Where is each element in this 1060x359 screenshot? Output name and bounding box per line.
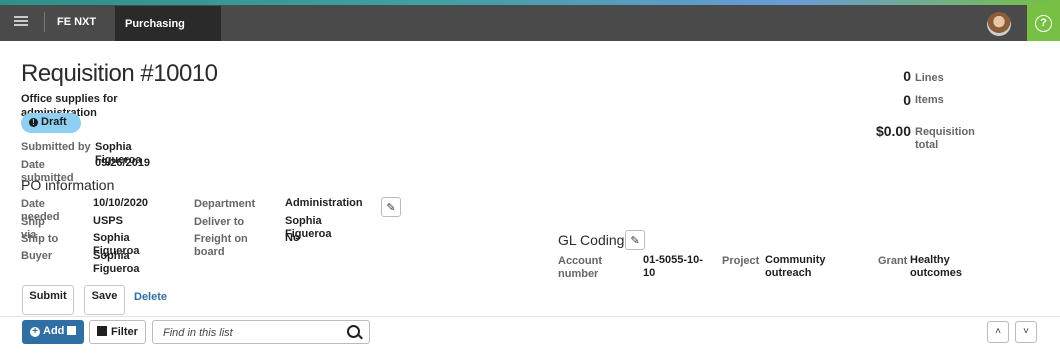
page-title: Requisition #10010 [21, 60, 218, 87]
grant-value: Healthy outcomes [910, 254, 962, 279]
chevron-double-up-icon: ˄ [995, 326, 1001, 337]
chevron-double-down-icon: ˅ [1023, 326, 1029, 337]
add-button[interactable]: + Add [22, 320, 84, 344]
pencil-icon: ✎ [630, 235, 640, 247]
delete-link[interactable]: Delete [134, 291, 167, 303]
gl-coding-heading: GL Coding [558, 232, 625, 248]
deliver-to-label: Deliver to [194, 216, 245, 228]
collapse-all-button[interactable]: ˄ [987, 321, 1009, 343]
top-accent-stripe [0, 0, 1060, 5]
department-value: Administration [285, 197, 363, 209]
buyer-label: Buyer [21, 250, 53, 262]
tab-purchasing[interactable]: Purchasing [115, 6, 221, 41]
lines-label: Lines [915, 72, 944, 84]
top-nav-bar: FE NXT Purchasing ? [0, 0, 1060, 41]
hamburger-menu-icon[interactable] [14, 16, 28, 26]
lines-count: 0 [903, 68, 911, 84]
project-value: Community outreach [765, 254, 826, 279]
alert-icon: ! [29, 118, 38, 127]
user-avatar[interactable] [987, 12, 1011, 36]
help-icon: ? [1035, 15, 1052, 32]
items-count: 0 [903, 92, 911, 108]
expand-all-button[interactable]: ˅ [1015, 321, 1037, 343]
buyer-value: Sophia Figueroa [93, 250, 140, 275]
freight-on-board-value: No [285, 232, 300, 244]
status-badge: ! Draft [21, 113, 81, 133]
department-label: Department [194, 198, 256, 210]
po-information-heading: PO information [21, 177, 115, 193]
edit-gl-coding-button[interactable]: ✎ [625, 230, 645, 250]
account-number-label: Account number [558, 255, 602, 280]
search-icon[interactable] [347, 325, 360, 338]
ship-via-value: USPS [93, 215, 123, 227]
status-badge-label: Draft [41, 116, 67, 128]
list-search [152, 320, 370, 344]
filter-button-label: Filter [111, 326, 138, 338]
nav-divider [44, 12, 45, 32]
date-submitted-value: 09/26/2019 [95, 157, 151, 169]
grant-label: Grant [878, 255, 908, 267]
date-needed-value: 10/10/2020 [93, 197, 149, 209]
requisition-total-value: $0.00 [875, 123, 911, 139]
save-button[interactable]: Save [84, 285, 125, 315]
plus-circle-icon: + [30, 327, 40, 337]
help-button[interactable]: ? [1027, 5, 1060, 41]
requisition-total-label: Requisition total [915, 126, 975, 151]
app-name[interactable]: FE NXT [57, 16, 96, 28]
ship-to-label: Ship to [21, 233, 59, 245]
account-number-value: 01-5055-10-10 [643, 254, 703, 279]
add-button-label: Add [43, 325, 65, 337]
filter-button[interactable]: Filter [89, 320, 146, 344]
submit-button[interactable]: Submit [22, 285, 74, 315]
items-label: Items [915, 94, 944, 106]
pencil-icon: ✎ [386, 202, 396, 214]
project-label: Project [722, 255, 760, 267]
submitted-by-label: Submitted by [21, 141, 91, 153]
filter-icon [97, 326, 107, 336]
edit-po-button[interactable]: ✎ [381, 197, 401, 217]
section-divider [0, 316, 1060, 317]
dropdown-square-icon [67, 326, 77, 335]
freight-on-board-label: Freight on board [194, 233, 248, 258]
search-input[interactable] [161, 322, 345, 344]
